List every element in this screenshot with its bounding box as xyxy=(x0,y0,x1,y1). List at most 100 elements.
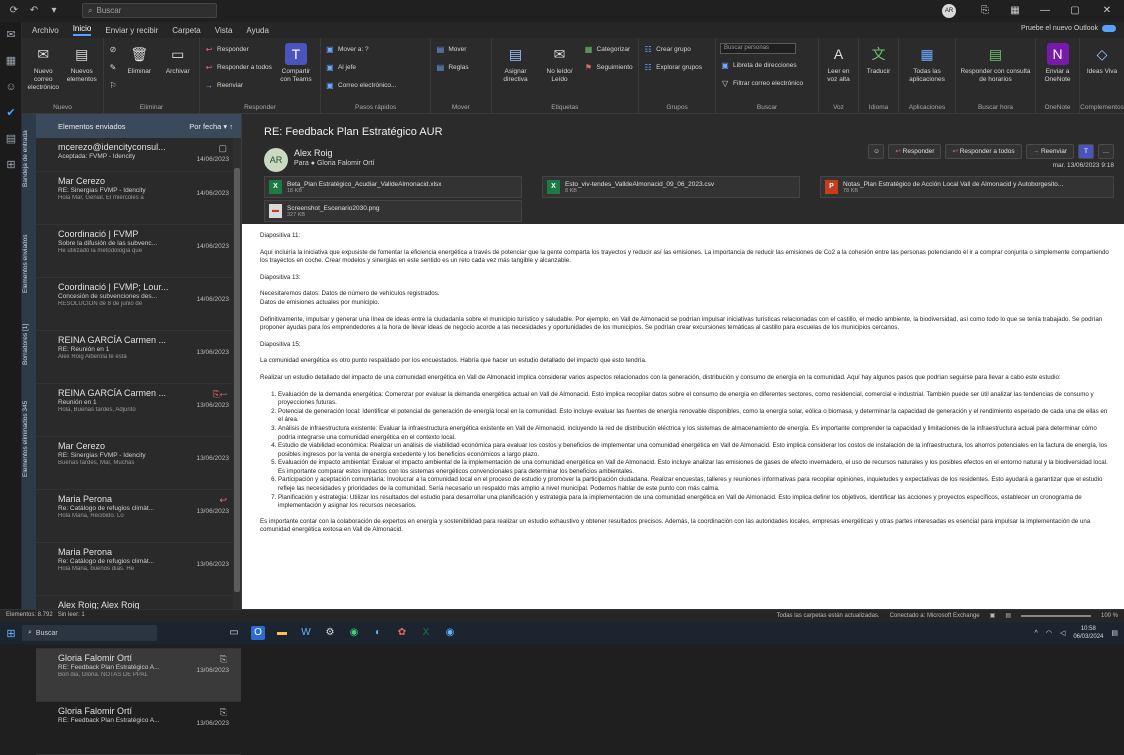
edge-icon[interactable]: ◐ xyxy=(371,626,385,640)
folder-inbox[interactable]: Bandeja de entrada xyxy=(22,124,36,194)
all-apps-button[interactable]: ▦ Todas las aplicaciones xyxy=(903,41,951,84)
delete-button[interactable]: 🗑 Eliminar xyxy=(122,41,157,76)
message-list-item[interactable]: Coordinació | FVMP; Lour... Concesión de … xyxy=(36,278,241,331)
more-actions-icon[interactable]: … xyxy=(1098,144,1114,159)
minimize-button[interactable]: — xyxy=(1030,0,1060,22)
message-list-item[interactable]: Gloria Falomir Ortí RE: Feedback Plan Est… xyxy=(36,702,241,755)
recipient-name[interactable]: Gloria Falomir Ortí xyxy=(317,160,375,167)
message-list-scrollbar[interactable] xyxy=(233,138,241,609)
task-view-icon[interactable]: ▭ xyxy=(227,626,241,640)
ignore-button[interactable]: ⊘ xyxy=(108,43,118,56)
view-normal-icon[interactable]: ▣ xyxy=(990,612,996,619)
settings-icon[interactable]: ⚙ xyxy=(323,626,337,640)
sender-avatar[interactable]: AR xyxy=(264,148,288,172)
word-app-icon[interactable]: W xyxy=(299,626,313,640)
message-list-item[interactable]: Mar Cerezo RE: Sinergias FVMP - Idencity H… xyxy=(36,172,241,225)
viva-button[interactable]: ◇ Ideas Viva xyxy=(1084,41,1120,76)
people-icon[interactable]: ☺ xyxy=(0,74,22,100)
tray-chevron-icon[interactable]: ^ xyxy=(1035,630,1038,637)
attachment-4[interactable]: ▬ Screenshot_Escenario2030.png 327 KB xyxy=(264,200,522,222)
browse-groups-button[interactable]: ☷ Explorar grupos xyxy=(643,61,702,74)
message-list-item[interactable]: mcerezo@idencityconsul... Aceptada: FVMP … xyxy=(36,138,241,172)
sender-name[interactable]: Alex Roig xyxy=(294,148,333,158)
share-teams-button[interactable]: T Compartir con Teams xyxy=(276,41,316,84)
message-list-item[interactable]: REINA GARCÍA Carmen ... RE: Reunión en 1A… xyxy=(36,331,241,384)
tab-archivo[interactable]: Archivo xyxy=(32,26,59,35)
message-list-item[interactable]: REINA GARCÍA Carmen ... Reunión en 1 Hola,… xyxy=(36,384,241,437)
volume-icon[interactable]: ◁ xyxy=(1060,629,1065,637)
start-button[interactable]: ⊞ xyxy=(0,627,22,640)
categorize-button[interactable]: ▦ Categorizar xyxy=(584,43,633,56)
junk-button[interactable]: ⚐ xyxy=(108,79,118,92)
reply-poll-button[interactable]: ▤ Responder con consulta de horarios xyxy=(960,41,1031,84)
message-list-item[interactable]: Mar Cerezo RE: Sinergias FVMP - Idencity B… xyxy=(36,437,241,490)
reply-button[interactable]: ↩ Responder xyxy=(888,144,942,159)
close-button[interactable]: ✕ xyxy=(1090,0,1124,22)
new-email-button[interactable]: ✉ Nuevo correo electrónico xyxy=(26,41,61,92)
wifi-icon[interactable]: ◠ xyxy=(1046,629,1052,637)
emoji-reaction-icon[interactable]: ☺ xyxy=(868,144,885,159)
excel-app-icon[interactable]: X xyxy=(419,626,433,640)
new-outlook-toggle[interactable]: Pruebe el nuevo Outlook xyxy=(1021,25,1116,32)
teams-share-icon[interactable]: T xyxy=(1078,144,1094,159)
tab-enviar-recibir[interactable]: Enviar y recibir xyxy=(105,26,158,35)
office-icon[interactable]: ✿ xyxy=(395,626,409,640)
attachment-2[interactable]: X Esto_viv-tendes_ValldeAlmonacid_09_06_… xyxy=(542,176,800,198)
calendar-icon[interactable]: ▦ xyxy=(0,48,22,74)
toggle-switch[interactable] xyxy=(1102,25,1116,32)
zoom-slider[interactable] xyxy=(1020,614,1091,617)
maximize-button[interactable]: ▢ xyxy=(1060,0,1090,22)
attachment-1[interactable]: X Beta_Plan Estratégico_Acudiar_ValldeAl… xyxy=(264,176,522,198)
new-items-button[interactable]: ▤ Nuevos elementos xyxy=(65,41,100,84)
apps-icon[interactable]: ⊞ xyxy=(0,152,22,178)
undo-icon[interactable]: ↶ xyxy=(28,5,40,17)
translate-button[interactable]: 文 Traducir xyxy=(863,41,894,76)
unread-read-button[interactable]: ✉ No leído/ Leído xyxy=(540,41,580,84)
scroll-thumb[interactable] xyxy=(234,168,240,592)
chrome-icon[interactable]: ◉ xyxy=(347,626,361,640)
browser-app-icon[interactable]: ◉ xyxy=(443,626,457,640)
tab-vista[interactable]: Vista xyxy=(215,26,233,35)
archive-button[interactable]: ▭ Archivar xyxy=(161,41,196,76)
coauthor-icon[interactable]: ⎘ xyxy=(970,0,1000,22)
tasks-icon[interactable]: ✔ xyxy=(0,100,22,126)
rules-button[interactable]: ▤ Reglas xyxy=(435,61,469,74)
followup-button[interactable]: ⚑ Seguimiento xyxy=(584,61,633,74)
customize-icon[interactable]: ▾ xyxy=(48,5,60,17)
tab-carpeta[interactable]: Carpeta xyxy=(172,26,200,35)
filter-email-button[interactable]: ▽ Filtrar correo electrónico xyxy=(720,77,803,90)
notes-icon[interactable]: ▤ xyxy=(0,126,22,152)
folder-deleted[interactable]: Elementos eliminados 345 xyxy=(22,384,36,494)
attachment-3[interactable]: P Notas_Plan Estratégico de Acción Local… xyxy=(820,176,1114,198)
search-people-input[interactable]: Buscar personas xyxy=(720,43,797,54)
forward-ribbon-button[interactable]: → Reenviar xyxy=(204,79,272,92)
address-book-button[interactable]: ▣ Libreta de direcciones xyxy=(720,59,803,72)
notifications-icon[interactable]: ▤ xyxy=(1111,629,1118,637)
message-list-item[interactable]: Coordinació | FVMP Sobre la difusión de l… xyxy=(36,225,241,278)
search-box[interactable]: ⌕ Buscar xyxy=(82,3,217,18)
to-boss-step[interactable]: ▣ Al jefe xyxy=(325,61,397,74)
message-list-item[interactable]: Maria Perona Re: Catálogo de refugios cli… xyxy=(36,543,241,596)
reply-all-button[interactable]: ↩ Responder a todos xyxy=(945,144,1022,159)
sort-dropdown[interactable]: Por fecha ▾ ↑ xyxy=(189,122,233,131)
read-aloud-button[interactable]: A Leer en voz alta xyxy=(823,41,854,84)
folder-sent[interactable]: Elementos enviados xyxy=(22,224,36,304)
clean-button[interactable]: ✎ xyxy=(108,61,118,74)
reply-ribbon-button[interactable]: ↩ Responder xyxy=(204,43,272,56)
reply-all-ribbon-button[interactable]: ↩ Responder a todos xyxy=(204,61,272,74)
forward-button[interactable]: → Reenviar xyxy=(1025,144,1074,159)
tab-inicio[interactable]: Inicio xyxy=(72,24,92,36)
mail-icon[interactable]: ✉ xyxy=(0,22,22,48)
message-list-item[interactable]: Gloria Falomir Ortí RE: Feedback Plan Est… xyxy=(36,649,241,702)
move-button[interactable]: ▤ Mover xyxy=(435,43,468,56)
tab-ayuda[interactable]: Ayuda xyxy=(246,26,269,35)
file-explorer-icon[interactable]: ▬ xyxy=(275,626,289,640)
assign-policy-button[interactable]: ▤ Asignar directiva xyxy=(496,41,536,84)
folder-drafts[interactable]: Borradores [1] xyxy=(22,314,36,374)
account-avatar[interactable]: AR xyxy=(942,4,956,18)
ribbon-display-icon[interactable]: ▦ xyxy=(1000,0,1030,22)
view-reading-icon[interactable]: ▤ xyxy=(1005,612,1011,619)
send-onenote-button[interactable]: N Enviar a OneNote xyxy=(1040,41,1075,84)
outlook-app-icon[interactable]: O xyxy=(251,626,265,640)
sync-icon[interactable]: ⟳ xyxy=(8,5,20,17)
